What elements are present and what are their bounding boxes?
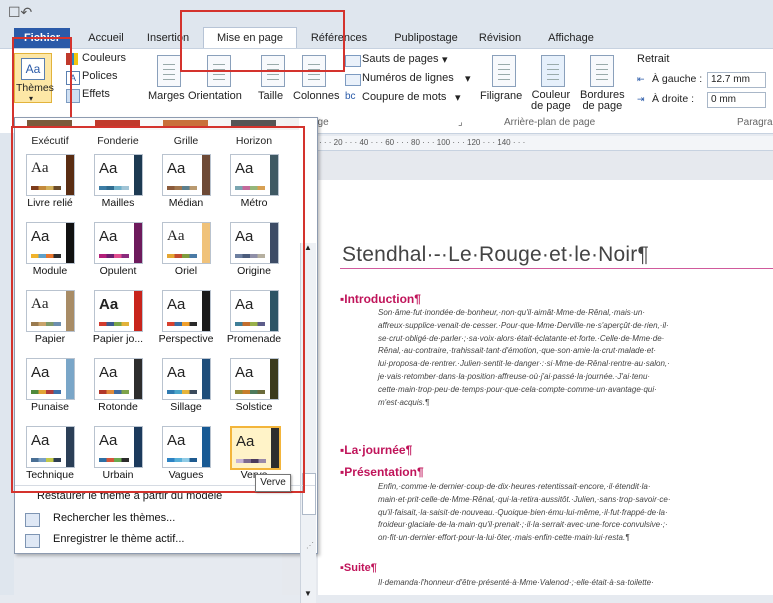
effects-menu[interactable]: Effets bbox=[82, 88, 110, 100]
fonts-menu[interactable]: Polices bbox=[82, 70, 117, 82]
tab-publipostage[interactable]: Publipostage bbox=[386, 28, 466, 48]
indent-right-icon: ⇥ bbox=[637, 94, 645, 104]
columns-button[interactable]: Colonnes bbox=[293, 90, 339, 102]
save-theme-item[interactable]: Enregistrer le thème actif... bbox=[53, 533, 184, 545]
watermark-icon bbox=[492, 55, 516, 87]
page-breaks-icon bbox=[345, 55, 361, 67]
paragraph-suite[interactable]: Il·demanda·l'honneur·d'être·présenté·à·M… bbox=[378, 577, 773, 590]
tab-affichage[interactable]: Affichage bbox=[536, 28, 606, 48]
paragraph-group-label: Paragra bbox=[737, 117, 773, 128]
indent-right-label: À droite : bbox=[652, 93, 695, 105]
heading-suite[interactable]: ▪Suite¶ bbox=[340, 562, 377, 574]
heading-introduction[interactable]: ▪Introduction¶ bbox=[340, 292, 421, 306]
watermark-button[interactable]: Filigrane bbox=[480, 90, 522, 102]
highlight-gallery-box bbox=[11, 126, 305, 493]
page-background-group-label: Arrière-plan de page bbox=[504, 117, 596, 128]
paragraph-presentation[interactable]: Enfin,·comme·le·dernier·coup·de·dix·heur… bbox=[378, 481, 773, 545]
horizontal-ruler[interactable]: · · · 20 · · · 40 · · · 60 · · · 80 · · … bbox=[317, 136, 773, 151]
resize-grip-icon[interactable]: ⋰ bbox=[306, 541, 314, 550]
colors-menu[interactable]: Couleurs bbox=[82, 52, 126, 64]
chevron-down-icon: ▾ bbox=[442, 54, 448, 66]
indent-title: Retrait bbox=[637, 53, 670, 65]
indent-left-icon: ⇤ bbox=[637, 74, 645, 84]
document-title[interactable]: Stendhal·-·Le·Rouge·et·le·Noir¶ bbox=[342, 243, 649, 267]
line-numbers-menu[interactable]: Numéros de lignes bbox=[362, 72, 454, 84]
chevron-down-icon: ▾ bbox=[455, 92, 461, 104]
indent-right-input[interactable]: 0 mm bbox=[707, 92, 766, 108]
line-numbers-icon bbox=[345, 74, 361, 86]
heading-la-journee[interactable]: ▪La·journée¶ bbox=[340, 443, 412, 457]
margins-icon bbox=[157, 55, 181, 87]
chevron-down-icon: ▾ bbox=[465, 73, 471, 85]
ribbon-tabs: Fichier Accueil Insertion Mise en page R… bbox=[0, 27, 773, 50]
heading-presentation[interactable]: ▪Présentation¶ bbox=[340, 465, 424, 479]
ruler-scale: · · · 20 · · · 40 · · · 60 · · · 80 · · … bbox=[319, 138, 526, 147]
page-color-button[interactable]: Couleur de page bbox=[531, 90, 571, 112]
title-underline bbox=[340, 268, 773, 269]
quick-access-icons[interactable]: ☐↶ bbox=[8, 4, 32, 21]
margins-button[interactable]: Marges bbox=[148, 90, 185, 102]
size-button[interactable]: Taille bbox=[258, 90, 283, 102]
tab-accueil[interactable]: Accueil bbox=[80, 28, 132, 48]
hyphenation-menu[interactable]: Coupure de mots bbox=[362, 91, 446, 103]
tab-revision[interactable]: Révision bbox=[474, 28, 526, 48]
page-color-icon bbox=[541, 55, 565, 87]
highlight-themes-box bbox=[12, 37, 72, 126]
paragraph-introduction[interactable]: Son·âme·fut·inondée·de·bonheur,·non·qu'i… bbox=[378, 307, 773, 409]
theme-tooltip: Verve bbox=[255, 474, 291, 492]
hyphenation-icon: bc bbox=[345, 91, 356, 102]
quick-access-toolbar: ☐↶ bbox=[0, 0, 773, 28]
page-borders-icon bbox=[590, 55, 614, 87]
dialog-launcher-icon[interactable]: ⌟ bbox=[458, 117, 463, 128]
orientation-button[interactable]: Orientation bbox=[188, 90, 242, 102]
save-theme-icon bbox=[25, 534, 40, 548]
search-themes-icon bbox=[25, 513, 40, 527]
scroll-down-icon[interactable]: ▼ bbox=[302, 589, 314, 601]
page-borders-button[interactable]: Bordures de page bbox=[580, 90, 625, 112]
search-themes-item[interactable]: Rechercher les thèmes... bbox=[53, 512, 175, 524]
indent-left-label: À gauche : bbox=[652, 73, 703, 85]
indent-left-input[interactable]: 12.7 mm bbox=[707, 72, 766, 88]
page-breaks-menu[interactable]: Sauts de pages bbox=[362, 53, 438, 65]
highlight-tab-box bbox=[180, 10, 345, 72]
